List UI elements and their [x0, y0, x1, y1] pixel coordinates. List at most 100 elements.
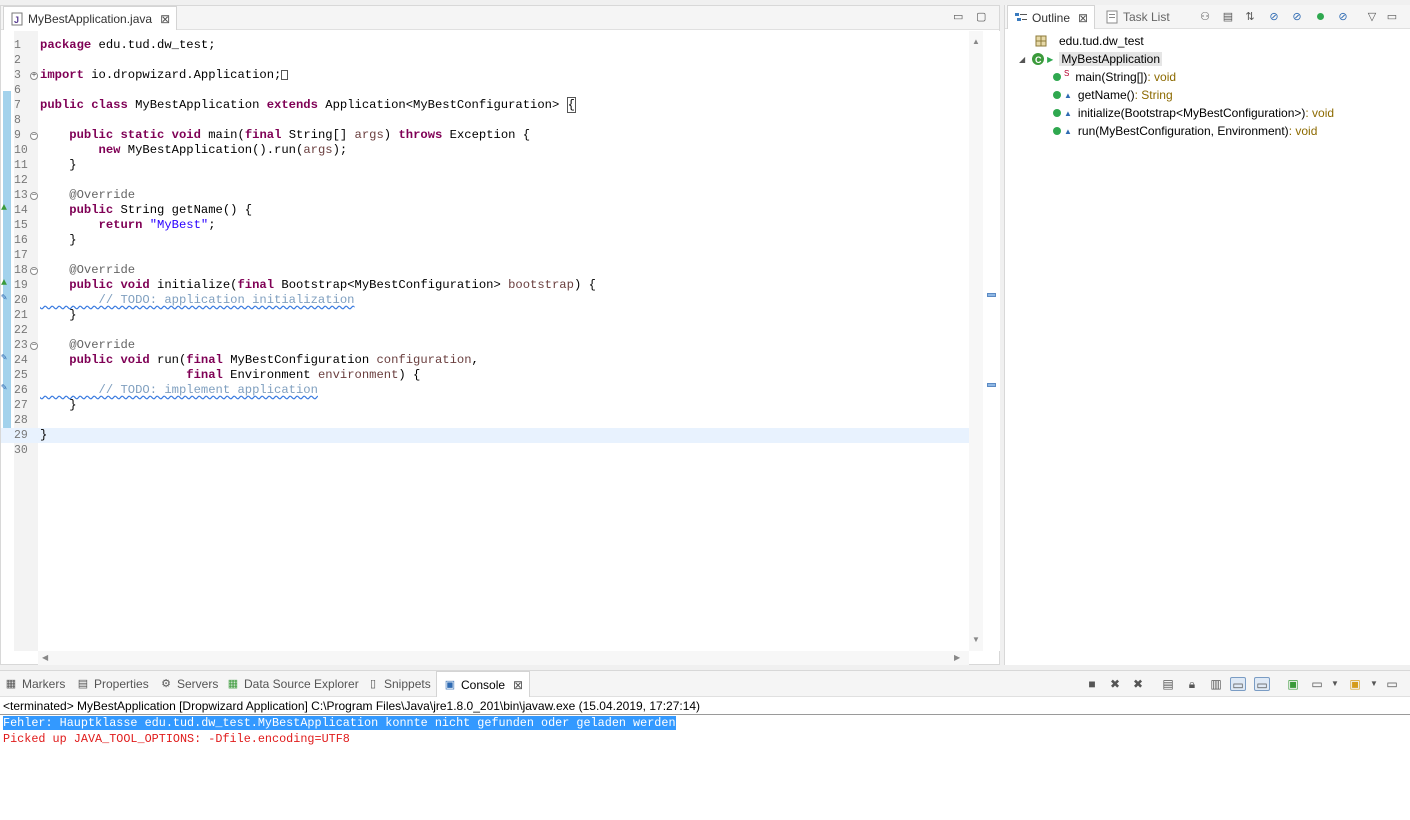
code-line[interactable]: 16 } [1, 233, 969, 248]
scroll-up-icon[interactable]: ▲ [972, 37, 980, 46]
code-line[interactable]: 12 [1, 173, 969, 188]
code-text[interactable]: public void initialize(final Bootstrap<M… [40, 278, 596, 293]
code-text[interactable]: } [40, 398, 76, 413]
outline-class[interactable]: ◢ C ▶ MyBestApplication [1019, 50, 1163, 68]
code-text[interactable]: public String getName() { [40, 203, 252, 218]
code-line[interactable]: 30 [1, 443, 969, 458]
code-line[interactable]: 20 ✎ // TODO: application initialization [1, 293, 969, 308]
scroll-lock-icon[interactable]: 🔒︎ [1184, 677, 1200, 691]
code-line[interactable]: 6 [1, 83, 969, 98]
fold-toggle-icon[interactable]: − [30, 267, 38, 275]
code-line[interactable]: 11 } [1, 158, 969, 173]
code-line[interactable]: 2 [1, 53, 969, 68]
code-text[interactable]: } [40, 428, 47, 443]
minimize-outline-icon[interactable]: ▭ [1385, 10, 1399, 24]
word-wrap-icon[interactable]: ▥ [1208, 677, 1224, 691]
tab-servers[interactable]: ⚙ Servers [159, 671, 218, 697]
fold-toggle-icon[interactable]: + [30, 72, 38, 80]
display-dropdown-icon[interactable]: ▼ [1327, 677, 1343, 691]
sort-icon[interactable]: ⇅ [1243, 10, 1257, 24]
code-text[interactable]: } [40, 308, 76, 323]
hide-nonpublic-icon[interactable] [1313, 10, 1327, 24]
remove-launch-icon[interactable]: ✖ [1107, 677, 1123, 691]
code-editor[interactable]: 1 package edu.tud.dw_test; 2 3 + import io.dr… [1, 31, 969, 651]
code-line[interactable]: 14 ▲ public String getName() { [1, 203, 969, 218]
code-text[interactable]: @Override [40, 263, 135, 278]
close-tab-icon[interactable]: ⊠ [160, 12, 170, 26]
tab-outline[interactable]: Outline ⊠ [1007, 5, 1096, 29]
view-menu-icon[interactable]: ▽ [1365, 10, 1379, 24]
close-outline-icon[interactable]: ⊠ [1078, 11, 1088, 25]
outline-method-main[interactable]: S main(String[]) : void [1053, 68, 1176, 86]
editor-tab-mybestapplication[interactable]: J MyBestApplication.java ⊠ [3, 6, 178, 30]
task-marker[interactable] [987, 383, 996, 387]
outline-method-initialize[interactable]: ▲ initialize(Bootstrap<MyBestConfigurati… [1053, 104, 1334, 122]
outline-method-getname[interactable]: ▲ getName() : String [1053, 86, 1173, 104]
minimize-console-icon[interactable]: ▭ [1384, 677, 1400, 691]
code-text[interactable]: // TODO: application initialization [40, 293, 355, 308]
code-text[interactable]: public static void main(final String[] a… [40, 128, 530, 143]
code-text[interactable]: public void run(final MyBestConfiguratio… [40, 353, 479, 368]
minimize-icon[interactable]: ▭ [953, 10, 963, 23]
tab-task-list[interactable]: Task List [1099, 5, 1176, 29]
code-text[interactable]: @Override [40, 188, 135, 203]
fold-toggle-icon[interactable]: − [30, 342, 38, 350]
code-line[interactable]: 27 } [1, 398, 969, 413]
code-line[interactable]: 18− @Override [1, 263, 969, 278]
override-marker-icon[interactable]: ▲ [1, 203, 13, 215]
fold-toggle-icon[interactable]: − [30, 132, 38, 140]
code-line[interactable]: 26 ✎ // TODO: implement application [1, 383, 969, 398]
tab-data-source-explorer[interactable]: ▦ Data Source Explorer [226, 671, 359, 697]
scroll-down-icon[interactable]: ▼ [972, 635, 980, 644]
hide-fields-icon[interactable]: ⊘ [1267, 10, 1281, 24]
expand-icon[interactable]: ◢ [1019, 55, 1025, 64]
code-line[interactable]: 23− @Override [1, 338, 969, 353]
code-line[interactable]: 3 + import io.dropwizard.Application; [1, 68, 969, 83]
outline-method-run[interactable]: ▲ run(MyBestConfiguration, Environment) … [1053, 122, 1317, 140]
code-line[interactable]: 28 [1, 413, 969, 428]
overview-ruler[interactable] [984, 31, 1000, 651]
task-marker[interactable] [987, 293, 996, 297]
tab-properties[interactable]: ▤ Properties [76, 671, 149, 697]
code-text[interactable]: } [40, 233, 76, 248]
code-text[interactable]: import io.dropwizard.Application; [40, 68, 289, 83]
task-marker-icon[interactable]: ✎ [1, 383, 13, 395]
tab-markers[interactable]: ▦ Markers [4, 671, 66, 697]
terminate-icon[interactable]: ■ [1084, 677, 1100, 691]
code-text[interactable]: @Override [40, 338, 135, 353]
code-line[interactable]: 24 ✎ public void run(final MyBestConfigur… [1, 353, 969, 368]
code-line[interactable]: 9− public static void main(final String[… [1, 128, 969, 143]
task-marker-icon[interactable]: ✎ [1, 293, 13, 305]
pin-console-icon[interactable]: ▣ [1285, 677, 1301, 691]
focus-icon[interactable]: ⚇ [1198, 10, 1212, 24]
tab-console[interactable]: ▣ Console ⊠ [436, 671, 531, 697]
code-line[interactable]: 7 public class MyBestApplication extends … [1, 97, 969, 113]
code-line[interactable]: 1 package edu.tud.dw_test; [1, 38, 969, 53]
scroll-right-icon[interactable]: ▶ [954, 653, 960, 662]
tab-snippets[interactable]: ▯ Snippets [366, 671, 431, 697]
code-line[interactable]: 22 [1, 323, 969, 338]
override-marker-icon[interactable]: ▲ [1, 278, 13, 290]
maximize-icon[interactable]: ▢ [976, 10, 986, 23]
code-text[interactable]: return "MyBest"; [40, 218, 216, 233]
code-text[interactable]: package edu.tud.dw_test; [40, 38, 216, 53]
task-marker-icon[interactable]: ✎ [1, 353, 13, 365]
open-dropdown-icon[interactable]: ▼ [1366, 677, 1382, 691]
show-stdout-icon[interactable]: ▭ [1230, 677, 1246, 692]
console-error-line[interactable]: Fehler: Hauptklasse edu.tud.dw_test.MyBe… [3, 716, 676, 730]
show-stderr-icon[interactable]: ▭ [1254, 677, 1270, 692]
horizontal-scrollbar[interactable]: ◀ ▶ [38, 651, 969, 665]
scroll-left-icon[interactable]: ◀ [42, 653, 48, 662]
code-text[interactable]: new MyBestApplication().run(args); [40, 143, 348, 158]
display-console-icon[interactable]: ▭ [1309, 677, 1325, 691]
code-line[interactable]: 21 } [1, 308, 969, 323]
code-line[interactable]: 10 new MyBestApplication().run(args); [1, 143, 969, 158]
collapse-all-icon[interactable]: ▤ [1221, 10, 1235, 24]
code-line[interactable]: 8 [1, 113, 969, 128]
close-console-icon[interactable]: ⊠ [513, 678, 523, 692]
clear-console-icon[interactable]: ▤ [1160, 677, 1176, 691]
vertical-scrollbar[interactable]: ▲ ▼ [969, 31, 983, 651]
hide-static-icon[interactable]: ⊘ [1290, 10, 1304, 24]
code-text[interactable]: // TODO: implement application [40, 383, 318, 398]
code-text[interactable]: public class MyBestApplication extends A… [40, 97, 576, 113]
